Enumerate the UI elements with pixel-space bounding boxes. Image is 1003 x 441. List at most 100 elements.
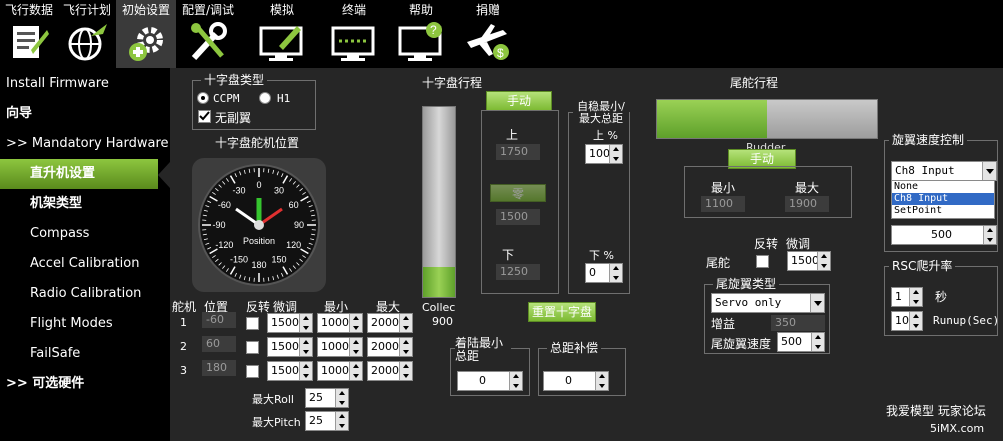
- spinner-arrows[interactable]: [349, 314, 362, 332]
- sidebar-item-install-firmware[interactable]: Install Firmware: [0, 69, 170, 99]
- servo-row-2-reverse-checkbox[interactable]: [246, 341, 259, 354]
- swash-zero-button[interactable]: 零: [490, 184, 546, 202]
- top-menu-bar: 飞行数据 飞行计划 初始设置 配置/调试 模拟 终端 帮助 ? 捐赠 $: [0, 0, 1003, 68]
- spinner-arrows[interactable]: [349, 362, 362, 380]
- land-collective-value: 0: [479, 374, 486, 387]
- sidebar-item-radio-calibration[interactable]: Radio Calibration: [0, 279, 170, 309]
- spinner-arrows[interactable]: [983, 226, 996, 244]
- stab-max-label: 上 %: [593, 129, 618, 142]
- rotor-speed-option-setpoint[interactable]: SetPoint: [892, 205, 994, 217]
- collective-comp-input[interactable]: 0: [543, 371, 609, 391]
- collective-comp-value: 0: [565, 374, 572, 387]
- spinner-arrows[interactable]: [335, 389, 348, 407]
- tail-reverse-checkbox[interactable]: [756, 255, 769, 268]
- rotor-speed-selected: Ch8 Input: [895, 164, 955, 177]
- spinner-arrows[interactable]: [595, 372, 608, 390]
- swash-type-title: 十字盘类型: [201, 73, 268, 87]
- servo-row-2-max-input[interactable]: 2000: [367, 337, 413, 357]
- reset-swash-button[interactable]: 重置十字盘: [528, 302, 596, 322]
- servo-row-1-number: 1: [180, 316, 187, 329]
- menu-help[interactable]: 帮助 ?: [384, 0, 458, 68]
- menu-terminal[interactable]: 终端: [324, 0, 384, 68]
- stab-min-input[interactable]: 0: [585, 263, 623, 283]
- menu-donate[interactable]: 捐赠 $: [458, 0, 518, 68]
- active-indicator-arrow: [158, 162, 170, 188]
- stab-min-value: 0: [589, 266, 596, 279]
- spinner-arrows[interactable]: [299, 362, 312, 380]
- tail-type-select[interactable]: Servo only: [711, 293, 825, 313]
- tail-trim-input[interactable]: 1500: [787, 251, 831, 271]
- spinner-arrows[interactable]: [299, 314, 312, 332]
- servo-row-1-min-input[interactable]: 1000: [317, 313, 363, 333]
- servo-row-1-max-value: 2000: [371, 316, 399, 329]
- servo-row-2-min-input[interactable]: 1000: [317, 337, 363, 357]
- sidebar-item-failsafe[interactable]: FailSafe: [0, 339, 170, 369]
- rotor-setpoint-input[interactable]: 500: [891, 225, 997, 245]
- servo-row-3-position: 180: [202, 360, 236, 376]
- spinner-arrows[interactable]: [509, 372, 522, 390]
- servo-row-3-trim-input[interactable]: 1500: [267, 361, 313, 381]
- swash-manual-button[interactable]: 手动: [486, 91, 552, 111]
- servo-row-3-min-value: 1000: [321, 364, 349, 377]
- spinner-arrows[interactable]: [299, 338, 312, 356]
- spinner-arrows[interactable]: [399, 362, 412, 380]
- servo-row-2-trim-input[interactable]: 1500: [267, 337, 313, 357]
- spinner-arrows[interactable]: [349, 338, 362, 356]
- tail-label: 尾舵: [706, 256, 731, 270]
- rotor-speed-select[interactable]: Ch8 Input: [891, 161, 997, 181]
- rsc-runup-input[interactable]: 10: [891, 311, 923, 331]
- rsc-ramp-sec-label: 秒: [935, 290, 948, 304]
- spinner-arrows[interactable]: [609, 145, 622, 163]
- sidebar-item-heli-setup[interactable]: 直升机设置: [0, 159, 158, 189]
- rotor-speed-option-ch8[interactable]: Ch8 Input: [892, 193, 994, 205]
- servo-row-3-max-input[interactable]: 2000: [367, 361, 413, 381]
- tail-speed-input[interactable]: 500: [777, 332, 825, 352]
- spinner-arrows[interactable]: [335, 412, 348, 430]
- spinner-arrows[interactable]: [909, 288, 922, 306]
- sidebar-item-wizard[interactable]: 向导: [0, 99, 170, 129]
- swash-travel-group: 上 1750 零 1500 下 1250: [481, 110, 559, 294]
- servo-row-1-max-input[interactable]: 2000: [367, 313, 413, 333]
- rsc-ramp-sec-input[interactable]: 1: [891, 287, 923, 307]
- sidebar-item-mandatory-hardware[interactable]: >> Mandatory Hardware: [0, 129, 170, 159]
- menu-initial-setup[interactable]: 初始设置: [116, 0, 176, 68]
- sidebar-item-accel-calibration[interactable]: Accel Calibration: [0, 249, 170, 279]
- servo-row-1-trim-input[interactable]: 1500: [267, 313, 313, 333]
- dial-tick-label: 90: [294, 220, 304, 230]
- stab-max-input[interactable]: 100: [585, 144, 623, 164]
- servo-row-2-max-value: 2000: [371, 340, 399, 353]
- max-roll-input[interactable]: 25: [305, 388, 349, 408]
- max-roll-label: 最大Roll: [252, 393, 294, 406]
- rotor-speed-option-none[interactable]: None: [892, 181, 994, 193]
- menu-config-tuning[interactable]: 配置/调试: [176, 0, 240, 68]
- servo-row-3-min-input[interactable]: 1000: [317, 361, 363, 381]
- servo-row-3-reverse-checkbox[interactable]: [246, 365, 259, 378]
- h1-radio[interactable]: [259, 92, 271, 104]
- chevron-down-icon[interactable]: [982, 162, 996, 180]
- spinner-arrows[interactable]: [909, 312, 922, 330]
- ccpm-radio[interactable]: [197, 92, 209, 104]
- menu-flight-plan[interactable]: 飞行计划: [58, 0, 116, 68]
- sidebar-item-frame-type[interactable]: 机架类型: [0, 189, 170, 219]
- rsc-runup-value: 10: [895, 314, 909, 327]
- max-pitch-input[interactable]: 25: [305, 411, 349, 431]
- spinner-arrows[interactable]: [817, 252, 830, 270]
- help-icon: ?: [398, 22, 442, 61]
- sidebar-item-compass[interactable]: Compass: [0, 219, 170, 249]
- spinner-arrows[interactable]: [811, 333, 824, 351]
- spinner-arrows[interactable]: [399, 338, 412, 356]
- land-collective-input[interactable]: 0: [457, 371, 523, 391]
- menu-label: 配置/调试: [181, 3, 235, 17]
- chevron-down-icon[interactable]: [810, 294, 824, 312]
- stab-collective-title: 自稳最小/最大总距: [573, 101, 629, 125]
- sidebar-item-flight-modes[interactable]: Flight Modes: [0, 309, 170, 339]
- no-flybar-checkbox[interactable]: [198, 110, 211, 123]
- menu-simulation[interactable]: 模拟: [240, 0, 324, 68]
- servo-row-1-reverse-checkbox[interactable]: [246, 317, 259, 330]
- menu-flight-data[interactable]: 飞行数据: [0, 0, 58, 68]
- spinner-arrows[interactable]: [399, 314, 412, 332]
- sidebar-item-optional-hardware[interactable]: >> 可选硬件: [0, 369, 170, 399]
- servo-row-2-number: 2: [180, 340, 187, 353]
- tail-gain-value: 350: [771, 315, 825, 331]
- spinner-arrows[interactable]: [609, 264, 622, 282]
